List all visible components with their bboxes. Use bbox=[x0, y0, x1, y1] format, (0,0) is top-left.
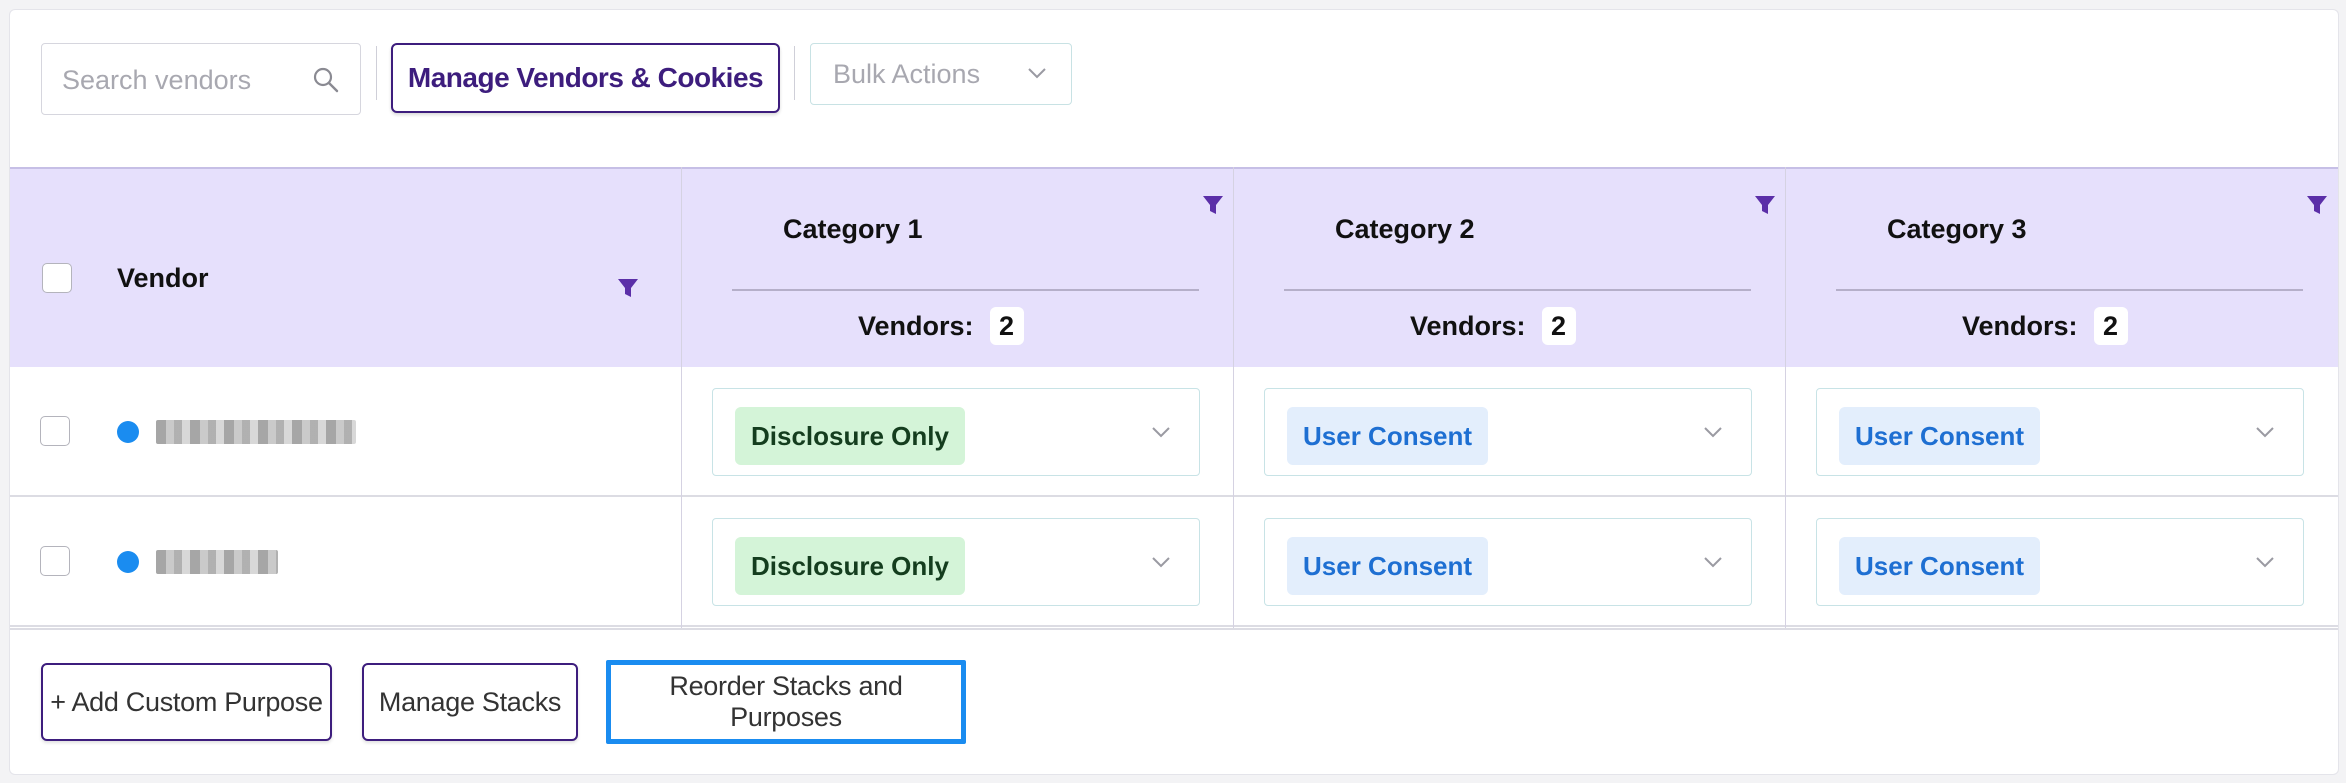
vendors-label: Vendors: bbox=[1962, 310, 2078, 341]
bulk-actions-label: Bulk Actions bbox=[833, 58, 981, 89]
user-consent-pill: User Consent bbox=[1839, 407, 2041, 465]
filter-icon[interactable] bbox=[1754, 194, 1776, 216]
filter-icon[interactable] bbox=[1202, 194, 1224, 216]
select-all-checkbox[interactable] bbox=[42, 263, 72, 293]
category-1-select[interactable]: Disclosure Only bbox=[712, 388, 1200, 476]
search-box[interactable] bbox=[41, 43, 361, 115]
chevron-down-icon bbox=[1704, 427, 1722, 438]
category-3-header: Category 3 bbox=[1887, 214, 2027, 244]
category-1-vendor-count: Vendors: 2 bbox=[858, 307, 1024, 345]
disclosure-only-pill: Disclosure Only bbox=[735, 537, 965, 595]
filter-icon[interactable] bbox=[2306, 194, 2328, 216]
bulk-actions-dropdown[interactable]: Bulk Actions bbox=[810, 43, 1072, 105]
table-row: Disclosure Only User Consent User Consen… bbox=[10, 367, 2338, 497]
vendor-name-redacted bbox=[156, 420, 356, 444]
column-divider bbox=[1233, 167, 1234, 628]
category-divider bbox=[732, 289, 1199, 291]
disclosure-only-pill: Disclosure Only bbox=[735, 407, 965, 465]
category-2-vendor-count: Vendors: 2 bbox=[1410, 307, 1576, 345]
category-2-select[interactable]: User Consent bbox=[1264, 518, 1752, 606]
chevron-down-icon bbox=[2256, 557, 2274, 568]
row-checkbox[interactable] bbox=[40, 416, 70, 446]
chevron-down-icon bbox=[1704, 557, 1722, 568]
category-2-header: Category 2 bbox=[1335, 214, 1475, 244]
category-3-select[interactable]: User Consent bbox=[1816, 518, 2304, 606]
user-consent-pill: User Consent bbox=[1287, 537, 1489, 595]
manage-vendors-cookies-button[interactable]: Manage Vendors & Cookies bbox=[391, 43, 780, 113]
category-divider bbox=[1836, 289, 2303, 291]
category-3-select[interactable]: User Consent bbox=[1816, 388, 2304, 476]
toolbar-divider bbox=[794, 46, 795, 100]
vendors-label: Vendors: bbox=[858, 310, 974, 341]
category-3-vendor-count: Vendors: 2 bbox=[1962, 307, 2128, 345]
vendor-status-dot bbox=[117, 421, 139, 443]
vendors-count-badge: 2 bbox=[1541, 307, 1576, 345]
user-consent-pill: User Consent bbox=[1287, 407, 1489, 465]
category-divider bbox=[1284, 289, 1751, 291]
column-divider bbox=[1785, 167, 1786, 628]
chevron-down-icon bbox=[1152, 557, 1170, 568]
toolbar-divider bbox=[376, 46, 377, 100]
row-checkbox[interactable] bbox=[40, 546, 70, 576]
vendor-status-dot bbox=[117, 551, 139, 573]
table-header: Vendor Category 1 Vendors: 2 Category 2 … bbox=[10, 167, 2338, 367]
vendors-label: Vendors: bbox=[1410, 310, 1526, 341]
search-input[interactable] bbox=[62, 64, 302, 96]
category-1-header: Category 1 bbox=[783, 214, 923, 244]
category-1-select[interactable]: Disclosure Only bbox=[712, 518, 1200, 606]
user-consent-pill: User Consent bbox=[1839, 537, 2041, 595]
category-2-select[interactable]: User Consent bbox=[1264, 388, 1752, 476]
chevron-down-icon bbox=[2256, 427, 2274, 438]
add-custom-purpose-button[interactable]: + Add Custom Purpose bbox=[41, 663, 332, 741]
vendor-purposes-card: Manage Vendors & Cookies Bulk Actions Ve… bbox=[9, 9, 2339, 775]
vendor-name-redacted bbox=[156, 550, 278, 574]
chevron-down-icon bbox=[1152, 427, 1170, 438]
filter-icon[interactable] bbox=[617, 277, 639, 299]
chevron-down-icon bbox=[1028, 68, 1046, 79]
manage-stacks-button[interactable]: Manage Stacks bbox=[362, 663, 578, 741]
table-row: Disclosure Only User Consent User Consen… bbox=[10, 497, 2338, 627]
vendors-count-badge: 2 bbox=[2093, 307, 2128, 345]
vendors-count-badge: 2 bbox=[989, 307, 1024, 345]
search-icon[interactable] bbox=[312, 66, 340, 94]
reorder-stacks-purposes-button[interactable]: Reorder Stacks and Purposes bbox=[606, 660, 966, 744]
footer-divider bbox=[10, 628, 2338, 630]
column-divider bbox=[681, 167, 682, 628]
vendor-column-header: Vendor bbox=[117, 263, 209, 293]
